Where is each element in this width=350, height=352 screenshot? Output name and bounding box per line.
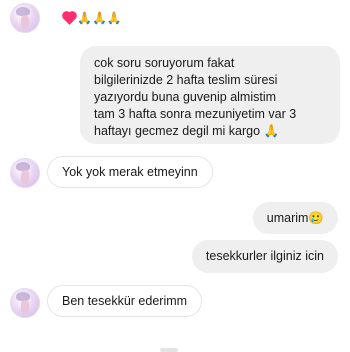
outgoing-message[interactable]: cok soru soruyorum fakat bilgilerinizde … [80, 46, 340, 144]
message-line: cok soru soruyorum fakat [94, 56, 235, 70]
avatar[interactable] [10, 158, 40, 188]
praying-hands-icon: 🙏🙏🙏 [77, 11, 122, 25]
message-line: haftayı gecmez degil mi kargo 🙏 [94, 123, 280, 138]
heart-icon [63, 12, 76, 25]
message-line: yazıyordu buna guvenip almistim [94, 89, 277, 104]
outgoing-message[interactable]: tesekkurler ilginiz icin [191, 240, 338, 273]
emoji-message: 🙏🙏🙏 [63, 10, 122, 25]
incoming-message[interactable]: Yok yok merak etmeyinn [47, 156, 213, 188]
message-text: umarim🥲 [266, 211, 324, 225]
message-text: Ben tesekkür ederimm [62, 294, 188, 308]
message-text: tesekkurler ilginiz icin [205, 249, 324, 263]
incoming-message[interactable]: Ben tesekkür ederimm [47, 285, 203, 317]
avatar[interactable] [10, 288, 40, 318]
message-line: bilgilerinizde 2 hafta teslim süresi [94, 72, 278, 87]
outgoing-message[interactable]: umarim🥲 [252, 202, 338, 234]
avatar[interactable] [10, 3, 40, 33]
scroll-indicator [160, 348, 178, 352]
message-line: tam 3 hafta sonra mezuniyetim var 3 [94, 106, 297, 121]
message-text: Yok yok merak etmeyinn [62, 165, 198, 179]
